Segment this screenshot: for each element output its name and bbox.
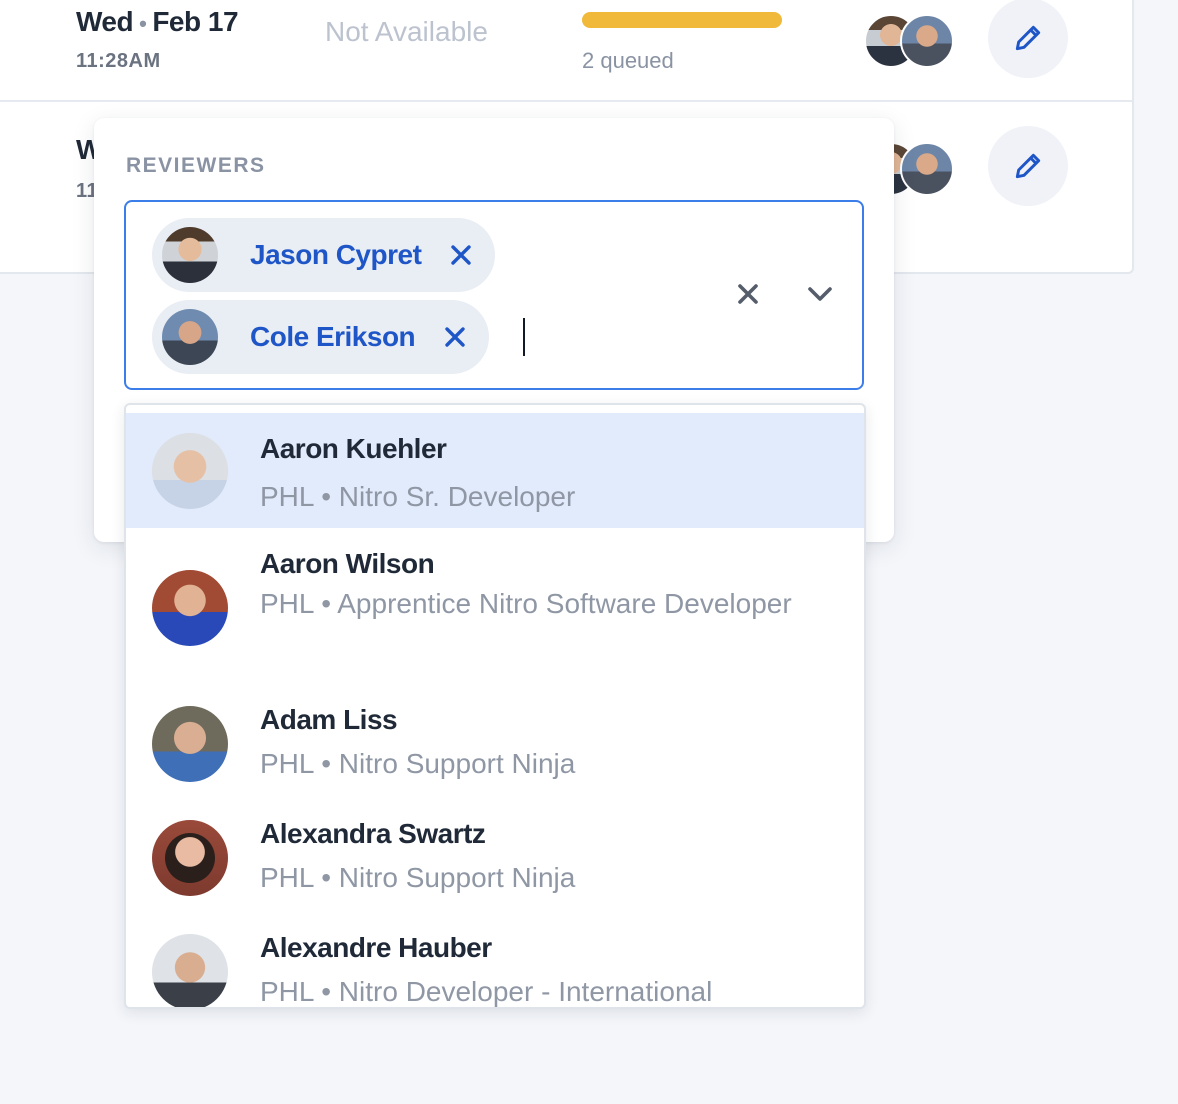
avatar — [152, 934, 228, 1007]
close-icon[interactable] — [443, 325, 467, 349]
close-icon[interactable] — [736, 282, 760, 306]
avatar — [900, 14, 954, 68]
option-subtitle: PHL • Nitro Developer - International — [260, 976, 713, 1007]
row-time: 11:28AM — [76, 50, 161, 72]
selected-reviewer-chip: Jason Cypret — [152, 218, 496, 292]
close-icon[interactable] — [449, 243, 473, 267]
avatar — [162, 309, 218, 365]
queue-progress-bar — [582, 12, 782, 28]
option-name: Alexandra Swartz — [260, 818, 486, 849]
text-cursor[interactable] — [523, 318, 525, 356]
table-row[interactable]: Wed • Feb 17 11:28AM Not Available 2 queue… — [0, 0, 1132, 102]
reviewer-options-menu[interactable]: Aaron Kuehler PHL • Nitro Sr. Developer … — [124, 403, 866, 1009]
option-alexandra-swartz[interactable]: Alexandra Swartz PHL • Nitro Support Nin… — [126, 802, 864, 916]
avatar — [900, 142, 954, 196]
edit-button[interactable] — [988, 126, 1068, 206]
avatar — [152, 570, 228, 646]
reviewer-avatars — [864, 14, 960, 68]
chevron-down-icon[interactable] — [806, 284, 834, 304]
option-adam-liss[interactable]: Adam Liss PHL • Nitro Support Ninja — [126, 688, 864, 802]
option-name: Adam Liss — [260, 704, 398, 735]
row-date: Wed • Feb 17 — [76, 6, 239, 37]
option-subtitle: PHL • Nitro Sr. Developer — [260, 481, 576, 512]
avatar — [152, 820, 228, 896]
option-alexandre-hauber[interactable]: Alexandre Hauber PHL • Nitro Developer -… — [126, 916, 864, 1007]
avatar — [162, 227, 218, 283]
chip-label: Jason Cypret — [250, 239, 422, 270]
pencil-icon — [1015, 153, 1041, 179]
option-subtitle: PHL • Apprentice Nitro Software Develope… — [260, 588, 792, 619]
option-aaron-kuehler[interactable]: Aaron Kuehler PHL • Nitro Sr. Developer — [126, 413, 864, 528]
avatar — [152, 433, 228, 509]
option-name: Aaron Wilson — [260, 548, 435, 579]
option-subtitle: PHL • Nitro Support Ninja — [260, 862, 576, 893]
avatar — [152, 706, 228, 782]
selected-reviewer-chip: Cole Erikson — [152, 300, 490, 374]
pencil-icon — [1015, 25, 1041, 51]
option-name: Aaron Kuehler — [260, 433, 447, 464]
edit-button[interactable] — [988, 0, 1068, 78]
availability-status: Not Available — [325, 16, 488, 47]
chip-label: Cole Erikson — [250, 321, 416, 352]
option-name: Alexandre Hauber — [260, 932, 492, 963]
reviewers-select[interactable]: Jason Cypret Cole Erikson — [124, 200, 864, 390]
option-aaron-wilson[interactable]: Aaron Wilson PHL • Apprentice Nitro Soft… — [126, 528, 864, 688]
option-subtitle: PHL • Nitro Support Ninja — [260, 748, 576, 779]
queued-count: 2 queued — [582, 48, 674, 73]
reviewers-label: REVIEWERS — [126, 154, 266, 177]
